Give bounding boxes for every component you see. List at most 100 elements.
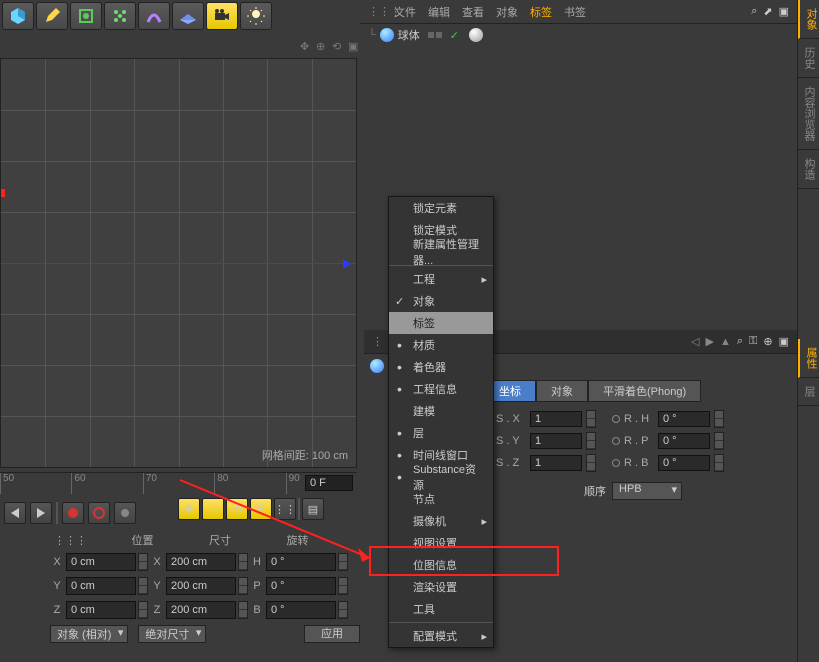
scale-button[interactable]: ▫ [202,498,224,520]
prev-key-button[interactable] [4,502,26,524]
object-tree-row[interactable]: └ 球体 ✓ [360,24,797,46]
pos-mode-select[interactable]: 对象 (相对) [50,625,128,643]
attr-tab[interactable]: 对象 [536,380,588,402]
spinner[interactable] [338,601,348,619]
spinner[interactable] [238,577,248,595]
cm-item[interactable]: 着色器 [389,356,493,378]
nav-fwd-icon[interactable]: ▶ [705,335,713,348]
spinner[interactable] [338,553,348,571]
pos-Y-input[interactable] [66,577,136,595]
cm-item[interactable]: 位图信息 [389,554,493,576]
rotation-order-select[interactable]: HPB [612,482,682,500]
nav-back-icon[interactable]: ◁ [691,335,699,348]
panel-menu-icon[interactable]: ▣ [779,335,789,348]
cm-item[interactable]: 摄像机 [389,510,493,532]
spinner[interactable] [586,432,596,450]
menu-查看[interactable]: 查看 [462,7,484,19]
key-dot[interactable] [612,459,620,467]
menu-编辑[interactable]: 编辑 [428,7,450,19]
spinner[interactable] [138,577,148,595]
size-mode-select[interactable]: 绝对尺寸 [138,625,206,643]
cm-item[interactable]: 锁定元素 [389,197,493,219]
enable-check-icon[interactable]: ✓ [450,29,459,42]
spinner[interactable] [138,601,148,619]
move-button[interactable]: ✥ [178,498,200,520]
cm-item[interactable]: 工程 [389,268,493,290]
spinner[interactable] [714,432,724,450]
menu-标签[interactable]: 标签 [530,7,552,19]
vtab-layers[interactable]: 层 [798,378,819,406]
zoom-icon[interactable]: ⊕ [316,40,330,54]
cm-item[interactable]: 视图设置 [389,532,493,554]
apply-button[interactable]: 应用 [304,625,360,643]
search-icon[interactable]: ⌕ [751,5,757,18]
cm-item[interactable]: 配置模式 [389,625,493,647]
spinner[interactable] [714,454,724,472]
param-button[interactable]: P [250,498,272,520]
cm-item[interactable]: 渲染设置 [389,576,493,598]
menu-书签[interactable]: 书签 [564,7,586,19]
phong-tag-icon[interactable] [469,28,483,42]
keyframe-sel-button[interactable] [114,502,136,524]
pla-button[interactable]: ⋮⋮ [274,498,296,520]
vtab-attributes[interactable]: 属性 [798,339,819,378]
record-button[interactable] [62,502,84,524]
size-X-input[interactable] [166,553,236,571]
key-dot[interactable] [612,437,620,445]
attr-tab[interactable]: 平滑着色(Phong) [588,380,701,402]
rot-input[interactable] [658,433,710,449]
spinner[interactable] [138,553,148,571]
rot-input[interactable] [658,455,710,471]
rot-P-input[interactable] [266,577,336,595]
cm-item[interactable]: 工具 [389,598,493,620]
visibility-dots[interactable] [428,32,442,38]
next-key-button[interactable] [30,502,52,524]
timeline-ruler[interactable]: 50 60 70 80 90 [0,472,357,494]
spinner[interactable] [238,601,248,619]
drag-icon[interactable]: ⋮⋮⋮ [372,335,386,348]
lock-icon[interactable]: ⚿ [749,335,757,348]
object-name-label[interactable]: 球体 [398,27,420,43]
deform-tool[interactable] [70,2,102,30]
array-tool[interactable] [104,2,136,30]
scale-input[interactable] [530,433,582,449]
spinner[interactable] [238,553,248,571]
pen-tool[interactable] [36,2,68,30]
camera-tool[interactable] [206,2,238,30]
vtab-history[interactable]: 历史 [798,39,819,78]
cm-item[interactable]: 对象 [389,290,493,312]
size-Z-input[interactable] [166,601,236,619]
cm-item[interactable]: 标签 [389,312,493,334]
cm-item[interactable]: Substance资源 [389,466,493,488]
cm-item[interactable]: 节点 [389,488,493,510]
viewport[interactable]: 网格间距: 100 cm [0,58,357,468]
spinner[interactable] [714,410,724,428]
panel-menu-icon[interactable]: ▣ [779,5,789,18]
floor-tool[interactable] [172,2,204,30]
drag-icon[interactable]: ⋮⋮⋮ [50,534,128,547]
rot-H-input[interactable] [266,553,336,571]
current-frame-input[interactable] [305,475,353,491]
key-dot[interactable] [612,415,620,423]
vtab-browser[interactable]: 内容浏览器 [798,78,819,150]
cm-item[interactable]: 建模 [389,400,493,422]
fcurve-button[interactable]: ▤ [302,498,324,520]
search-icon[interactable]: ⌕ [737,335,743,348]
scale-input[interactable] [530,455,582,471]
cm-item[interactable]: 层 [389,422,493,444]
nav-up-icon[interactable]: ▲ [720,336,731,348]
pan-icon[interactable]: ✥ [300,40,314,54]
menu-文件[interactable]: 文件 [394,7,416,19]
cm-item[interactable]: 新建属性管理器... [389,241,493,263]
size-Y-input[interactable] [166,577,236,595]
scale-input[interactable] [530,411,582,427]
rotate-icon[interactable]: ⟲ [332,40,346,54]
pos-Z-input[interactable] [66,601,136,619]
cm-item[interactable]: 工程信息 [389,378,493,400]
bend-tool[interactable] [138,2,170,30]
rotate-button[interactable]: ⟲ [226,498,248,520]
arrow-up-icon[interactable]: ⬈ [763,5,772,18]
vtab-structure[interactable]: 构造 [798,150,819,189]
menu-对象[interactable]: 对象 [496,7,518,19]
rot-B-input[interactable] [266,601,336,619]
